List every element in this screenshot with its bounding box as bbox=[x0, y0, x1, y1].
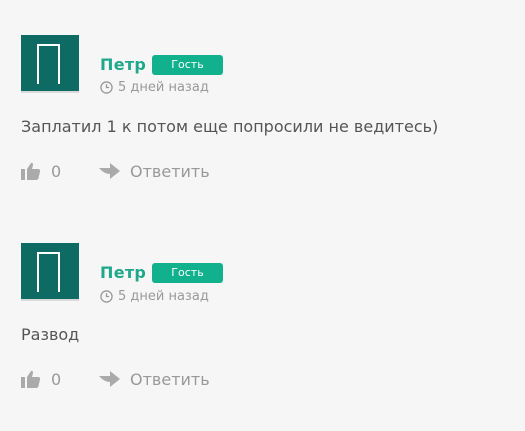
guest-badge: Гость bbox=[152, 55, 223, 75]
clock-icon bbox=[100, 81, 113, 94]
reply-arrow-icon bbox=[99, 163, 120, 179]
like-count: 0 bbox=[51, 369, 62, 389]
comment-text: Заплатил 1 к потом еще попросили не веди… bbox=[21, 117, 439, 136]
comment-text: Развод bbox=[21, 325, 80, 344]
reply-label: Ответить bbox=[130, 369, 210, 389]
comment-author[interactable]: Петр bbox=[100, 55, 146, 74]
avatar[interactable] bbox=[21, 35, 79, 93]
comment-time-label: 5 дней назад bbox=[118, 289, 209, 304]
like-count: 0 bbox=[51, 161, 62, 181]
reply-button[interactable]: Ответить bbox=[98, 370, 210, 389]
avatar-placeholder-icon bbox=[37, 44, 60, 84]
guest-badge: Гость bbox=[152, 263, 223, 283]
reply-arrow-icon bbox=[99, 371, 120, 387]
comment-actions: 0 Ответить bbox=[21, 369, 210, 389]
comment-author[interactable]: Петр bbox=[100, 263, 146, 282]
comment-time-label: 5 дней назад bbox=[118, 80, 209, 95]
reply-button[interactable]: Ответить bbox=[98, 162, 210, 181]
avatar-placeholder-icon bbox=[37, 252, 60, 292]
clock-icon bbox=[100, 290, 113, 303]
comment-time: 5 дней назад bbox=[100, 80, 209, 95]
thumbs-up-icon[interactable] bbox=[21, 162, 41, 180]
comment-time: 5 дней назад bbox=[100, 289, 209, 304]
avatar[interactable] bbox=[21, 243, 79, 301]
comment-actions: 0 Ответить bbox=[21, 161, 210, 181]
reply-label: Ответить bbox=[130, 161, 210, 181]
thumbs-up-icon[interactable] bbox=[21, 370, 41, 388]
